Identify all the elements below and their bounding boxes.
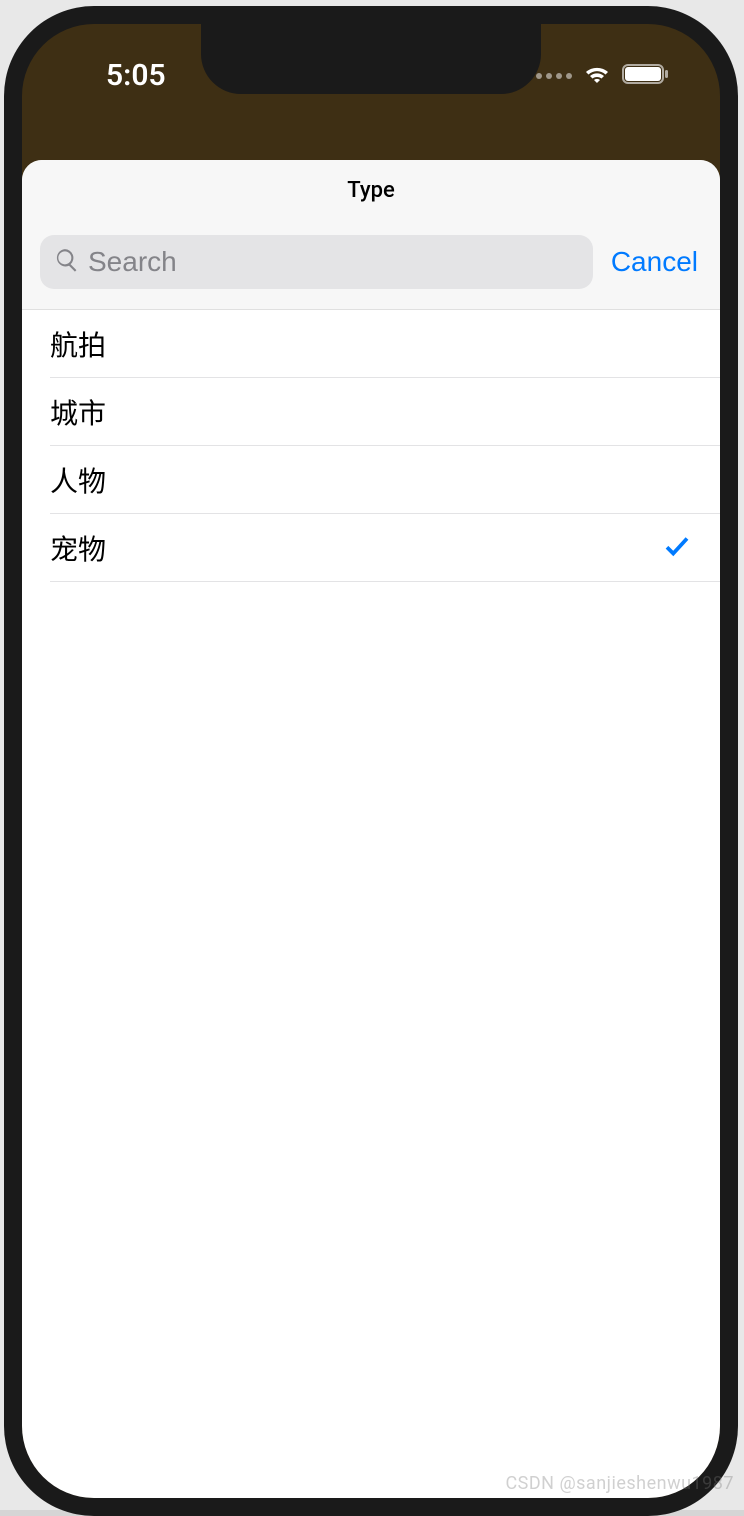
- wifi-icon: [582, 63, 612, 89]
- modal-header: Type Cancel: [22, 160, 720, 310]
- search-field-container[interactable]: [40, 235, 593, 289]
- list-item[interactable]: 宠物: [22, 514, 720, 582]
- modal-title: Type: [22, 178, 720, 221]
- watermark: CSDN @sanjieshenwu1987: [505, 1473, 734, 1494]
- list-item[interactable]: 航拍: [22, 310, 720, 378]
- status-time: 5:05: [106, 58, 166, 93]
- screen: 5:05 Type: [22, 24, 720, 1498]
- status-indicators: [536, 63, 670, 89]
- device-notch: [201, 24, 541, 94]
- search-icon: [54, 247, 80, 277]
- cellular-dots-icon: [536, 73, 572, 79]
- cancel-button[interactable]: Cancel: [607, 246, 702, 278]
- search-row: Cancel: [22, 221, 720, 310]
- search-input[interactable]: [88, 246, 579, 278]
- list-item[interactable]: 人物: [22, 446, 720, 514]
- device-frame: 5:05 Type: [4, 6, 738, 1516]
- list-item-label: 城市: [50, 392, 106, 432]
- checkmark-icon: [662, 531, 692, 565]
- list-item-label: 宠物: [50, 528, 106, 568]
- list-item-label: 航拍: [50, 324, 106, 364]
- list-item-label: 人物: [50, 460, 106, 500]
- list-item[interactable]: 城市: [22, 378, 720, 446]
- modal-sheet: Type Cancel 航拍 城市: [22, 160, 720, 1498]
- battery-icon: [622, 63, 670, 89]
- type-list: 航拍 城市 人物 宠物: [22, 310, 720, 582]
